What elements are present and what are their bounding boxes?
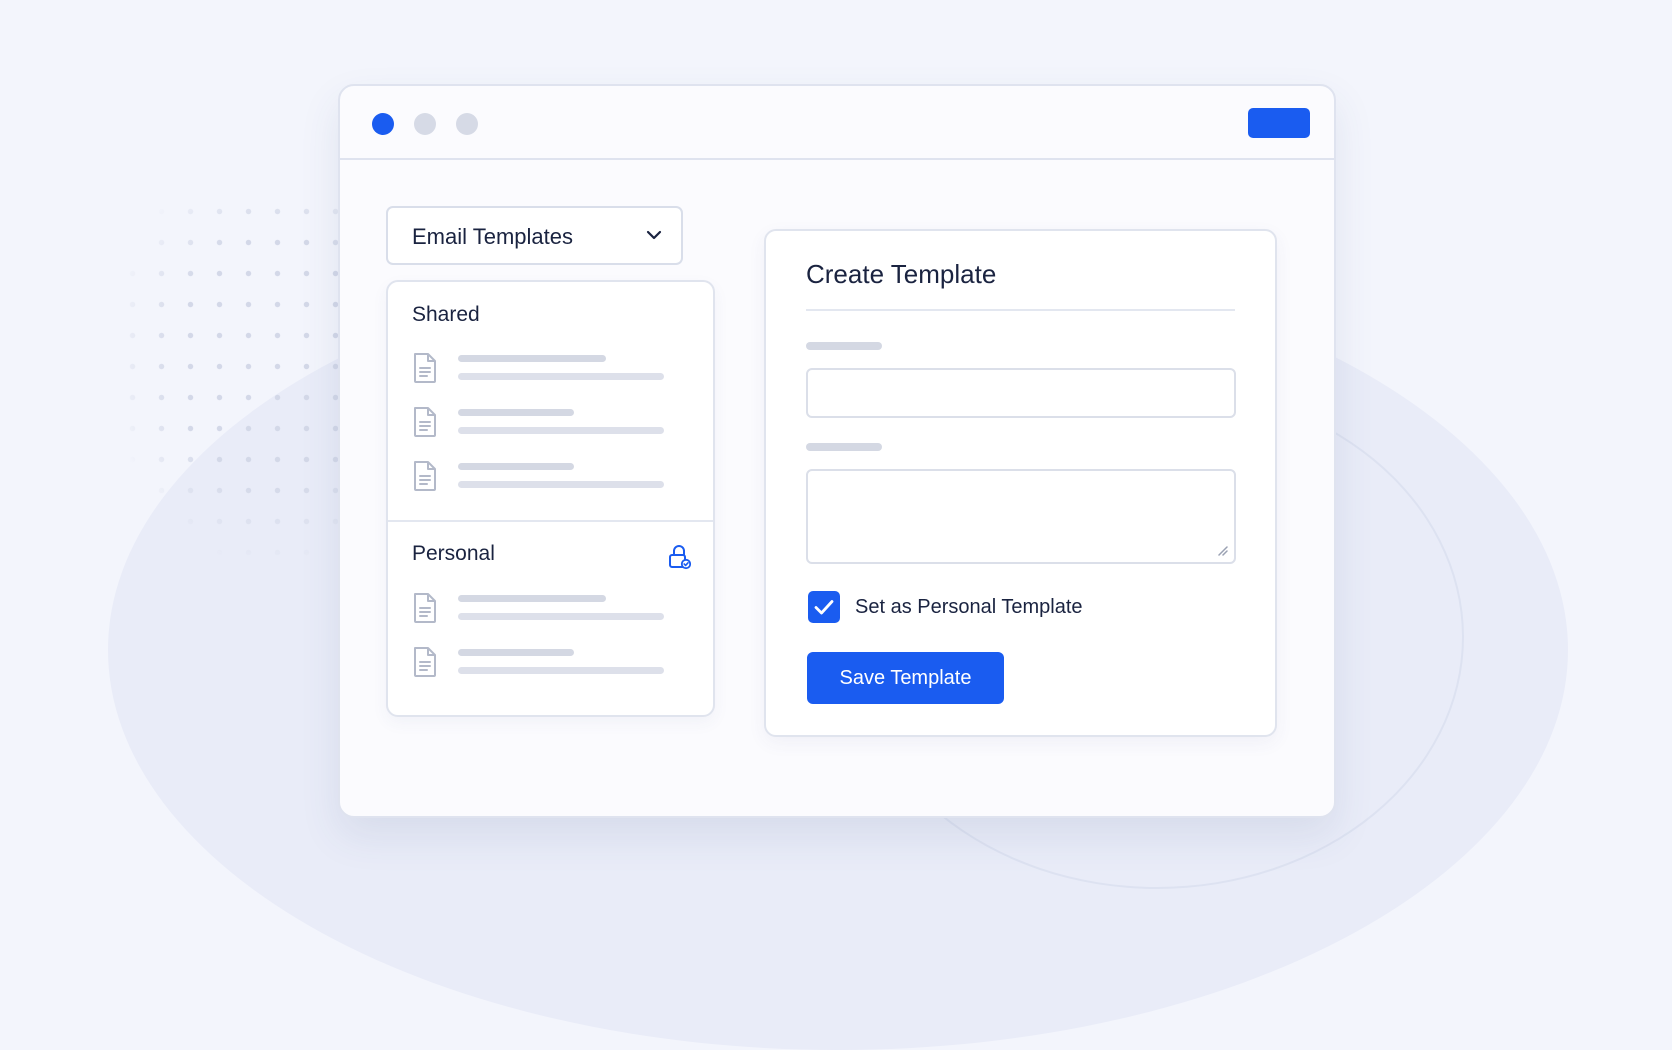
document-icon: [414, 461, 436, 491]
document-icon: [414, 647, 436, 677]
item-subtitle-placeholder: [458, 481, 664, 488]
item-subtitle-placeholder: [458, 613, 664, 620]
window-minimize-dot[interactable]: [414, 113, 436, 135]
section-heading-shared: Shared: [412, 303, 480, 326]
title-bar-action-button[interactable]: [1248, 108, 1310, 138]
name-field-label-placeholder: [806, 342, 882, 350]
template-body-textarea[interactable]: [806, 469, 1236, 564]
personal-template-label: Set as Personal Template: [855, 596, 1083, 618]
section-heading-personal: Personal: [412, 542, 495, 565]
item-title-placeholder: [458, 463, 574, 470]
background-dot-grid: [118, 196, 338, 556]
save-template-button[interactable]: Save Template: [807, 652, 1004, 704]
dropdown-label: Email Templates: [412, 224, 573, 249]
section-divider: [388, 520, 713, 522]
document-icon: [414, 593, 436, 623]
item-title-placeholder: [458, 355, 606, 362]
item-title-placeholder: [458, 649, 574, 656]
form-title: Create Template: [806, 259, 997, 289]
template-name-input[interactable]: [806, 368, 1236, 418]
app-window: Email Templates Shared Personal Create T…: [338, 84, 1336, 818]
resize-grip-icon[interactable]: [1214, 542, 1228, 556]
window-maximize-dot[interactable]: [456, 113, 478, 135]
shared-template-item[interactable]: [412, 460, 687, 502]
document-icon: [414, 353, 436, 383]
chevron-down-icon: [646, 230, 662, 240]
title-bar: [340, 86, 1334, 160]
create-template-form: Create Template Set as Personal Template…: [764, 229, 1277, 737]
personal-template-item[interactable]: [412, 592, 687, 634]
form-divider: [806, 309, 1235, 311]
window-close-dot[interactable]: [372, 113, 394, 135]
item-subtitle-placeholder: [458, 667, 664, 674]
template-category-dropdown[interactable]: Email Templates: [386, 206, 683, 265]
body-field-label-placeholder: [806, 443, 882, 451]
checkmark-icon: [814, 600, 834, 615]
shared-template-item[interactable]: [412, 406, 687, 448]
item-title-placeholder: [458, 595, 606, 602]
personal-template-checkbox[interactable]: [808, 591, 840, 623]
personal-template-item[interactable]: [412, 646, 687, 688]
template-list-panel: Shared Personal: [386, 280, 715, 717]
document-icon: [414, 407, 436, 437]
item-title-placeholder: [458, 409, 574, 416]
shared-template-item[interactable]: [412, 352, 687, 394]
item-subtitle-placeholder: [458, 373, 664, 380]
lock-icon[interactable]: [667, 544, 691, 570]
item-subtitle-placeholder: [458, 427, 664, 434]
